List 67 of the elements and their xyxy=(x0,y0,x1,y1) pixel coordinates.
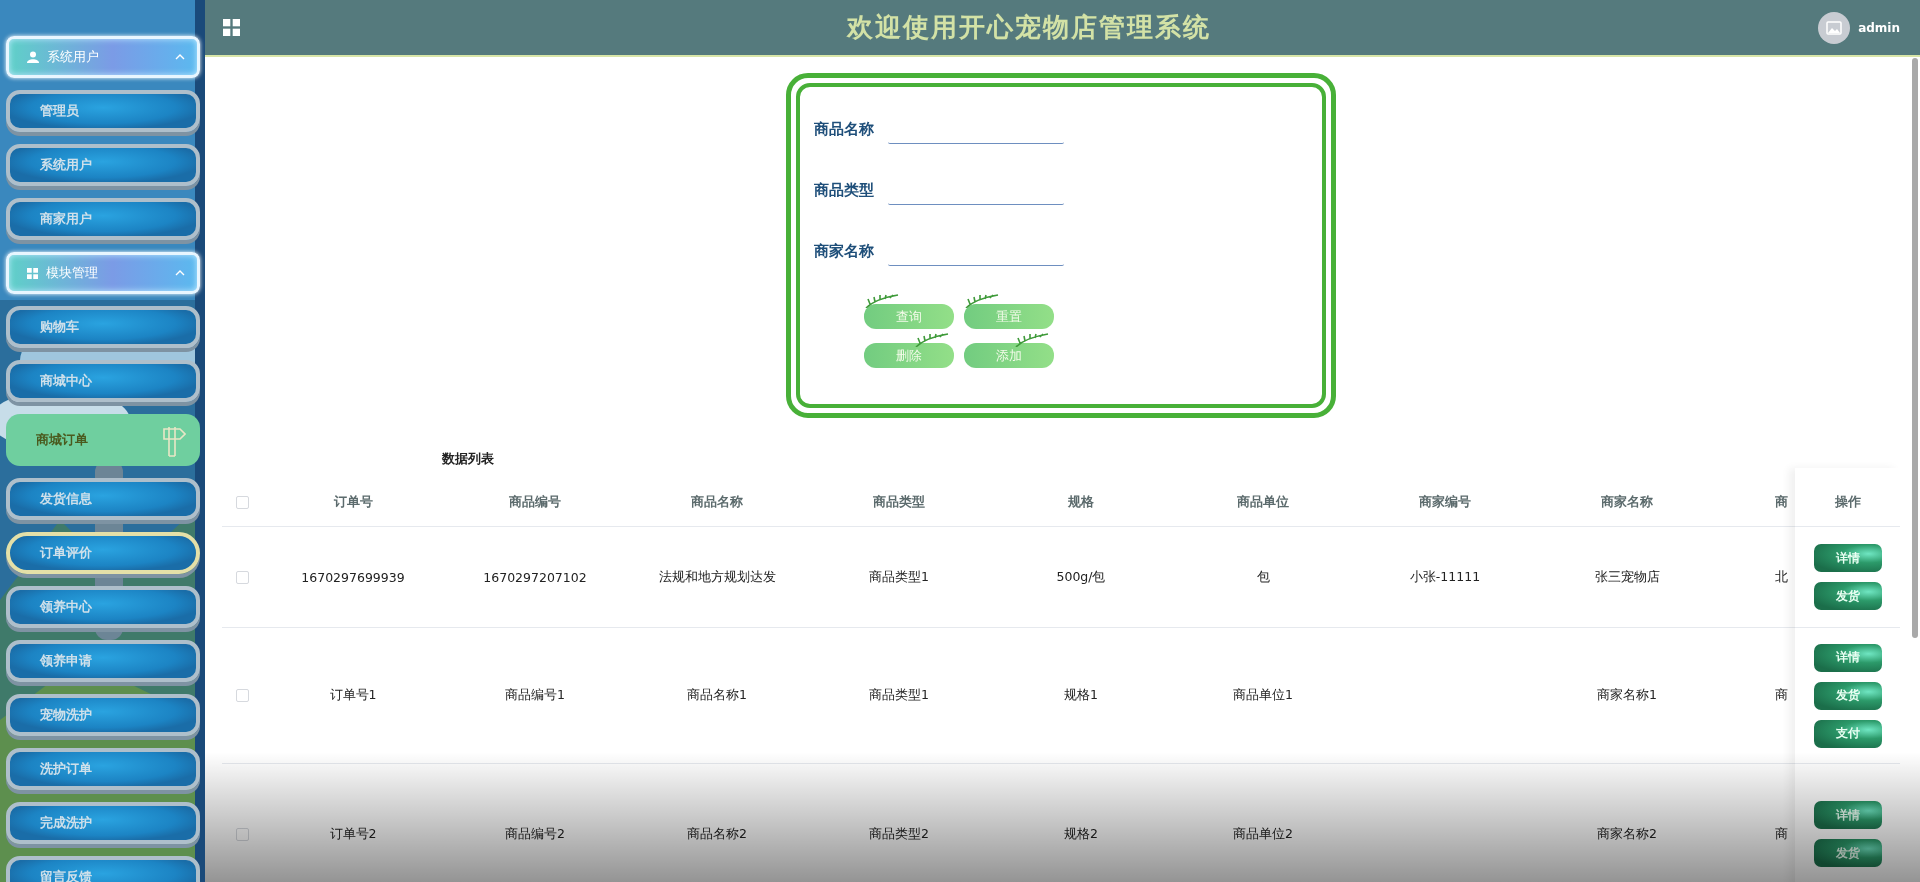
user-icon xyxy=(27,51,39,63)
grid-icon xyxy=(223,19,240,36)
table-cell: 商品名称2 xyxy=(687,825,747,843)
column-header: 商 xyxy=(1774,493,1788,511)
user-name[interactable]: admin xyxy=(1858,20,1900,35)
column-header: 规格 xyxy=(1067,493,1095,511)
table-cell: 商品类型2 xyxy=(869,825,929,843)
scrollbar[interactable] xyxy=(1912,58,1918,638)
table-cell: 商品编号2 xyxy=(505,825,565,843)
table-cell: 商品类型1 xyxy=(869,568,929,586)
field-label: 商家名称 xyxy=(814,242,874,261)
search-button[interactable]: 查询 xyxy=(864,304,954,329)
table-cell: 规格2 xyxy=(1064,825,1098,843)
table-cell: 商品编号1 xyxy=(505,687,565,704)
table-cell: 订单号1 xyxy=(329,687,377,704)
column-header: 操作 xyxy=(1834,493,1861,511)
table-cell: 北 xyxy=(1775,568,1788,586)
table-cell: 1670297207102 xyxy=(483,569,587,585)
checkbox[interactable] xyxy=(235,570,249,584)
table-cell: 商家名称1 xyxy=(1597,687,1657,704)
table-cell: 规格1 xyxy=(1064,687,1098,704)
table-cell: 商家名称2 xyxy=(1597,825,1657,843)
chevron-up-icon xyxy=(175,270,185,276)
avatar-icon[interactable] xyxy=(1818,11,1851,44)
table-cell: 包 xyxy=(1256,568,1270,586)
table-cell: 商品名称1 xyxy=(687,687,747,704)
table-cell: 商 xyxy=(1775,687,1788,704)
row-action-button[interactable]: 详情 xyxy=(1813,544,1882,572)
menu-group-header[interactable]: 系统用户 xyxy=(6,36,200,78)
table-cell: 订单号2 xyxy=(329,825,377,843)
reset-button[interactable]: 重置 xyxy=(964,304,1054,329)
column-header: 商家编号 xyxy=(1418,493,1472,511)
chevron-up-icon xyxy=(175,54,185,60)
table-cell: 商 xyxy=(1775,825,1788,843)
menu-icon[interactable] xyxy=(223,19,240,36)
table-cell: 商品类型1 xyxy=(869,687,929,704)
table-cell: 1670297699939 xyxy=(301,569,405,585)
table-cell: 张三宠物店 xyxy=(1594,568,1660,586)
checkbox[interactable] xyxy=(235,495,249,509)
column-header: 商家名称 xyxy=(1600,493,1654,511)
row-action-button[interactable]: 发货 xyxy=(1813,681,1882,710)
field-label: 商品类型 xyxy=(814,181,874,200)
delete-button[interactable]: 删除 xyxy=(864,343,954,368)
table-cell: 商品单位1 xyxy=(1233,687,1293,704)
row-action-button[interactable]: 支付 xyxy=(1813,719,1882,748)
add-button[interactable]: 添加 xyxy=(964,343,1054,368)
menu-group-header[interactable]: 模块管理 xyxy=(6,252,200,294)
list-title: 数据列表 xyxy=(442,450,495,468)
row-action-button[interactable]: 发货 xyxy=(1813,582,1882,610)
field-label: 商品名称 xyxy=(814,120,874,139)
checkbox[interactable] xyxy=(235,689,249,702)
table-cell: 商品单位2 xyxy=(1233,825,1293,843)
table-cell: 小张-11111 xyxy=(1409,568,1481,586)
app-title: 欢迎使用开心宠物店管理系统 xyxy=(845,11,1213,44)
column-header: 商品编号 xyxy=(508,493,562,511)
table-cell: 法规和地方规划达发 xyxy=(658,568,776,586)
table-cell: 500g/包 xyxy=(1056,568,1106,586)
row-action-button[interactable]: 详情 xyxy=(1813,643,1882,672)
checkbox[interactable] xyxy=(235,827,249,841)
row-action-button[interactable]: 发货 xyxy=(1813,839,1882,867)
menu-item[interactable]: 商城订单 xyxy=(6,414,200,466)
column-header: 商品单位 xyxy=(1236,493,1290,511)
row-action-button[interactable]: 详情 xyxy=(1813,801,1882,829)
column-header: 订单号 xyxy=(332,493,374,511)
column-header: 商品名称 xyxy=(690,493,744,511)
column-header: 商品类型 xyxy=(872,493,926,511)
grid-icon xyxy=(27,267,38,279)
